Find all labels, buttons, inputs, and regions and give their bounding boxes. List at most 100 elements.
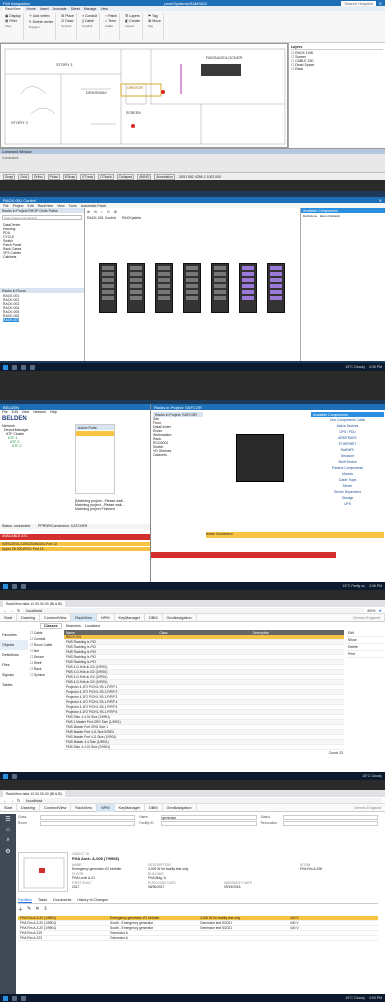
search-box[interactable]: Search Hospital	[341, 0, 376, 6]
layers-panel[interactable]: Layers ☐ RACK 10W ☐ Screen ☐ CABLE 250 ☐ Dea…	[288, 43, 385, 148]
components-tab-default[interactable]: Ekms (Default)	[320, 214, 340, 218]
nav-item-drawing[interactable]: Drawing	[17, 613, 40, 622]
status-toggle[interactable]: ETrack	[80, 173, 96, 180]
subtab[interactable]: Searches	[66, 624, 81, 628]
ribbon-tab[interactable]: RackView	[3, 6, 23, 11]
floor-thumbnail[interactable]	[18, 852, 68, 892]
address-input[interactable]: localhost	[23, 607, 365, 613]
taskbar-app-icon[interactable]	[21, 995, 26, 1001]
nav-item-connectview[interactable]: ConnectView	[40, 613, 72, 622]
start-icon[interactable]	[3, 773, 8, 779]
ribbon-tab[interactable]: Manage	[84, 7, 97, 11]
status-toggle[interactable]: Grid	[18, 173, 29, 180]
ribbon-group-place[interactable]: ⊞ Place ⊡ Draw Symbol	[59, 13, 77, 40]
menu-item[interactable]: Edit	[12, 410, 18, 414]
taskbar-app-icon[interactable]	[12, 995, 17, 1001]
nav-item-npm[interactable]: NPM	[97, 613, 115, 622]
sidebar-item[interactable]: Tables	[0, 680, 28, 690]
back-icon[interactable]: ←	[3, 608, 7, 613]
menu-item[interactable]: File	[3, 204, 9, 208]
menu-item[interactable]: File	[2, 410, 8, 414]
ribbon-tab[interactable]: Sheet	[71, 7, 80, 11]
star-icon[interactable]: ★	[378, 608, 382, 613]
sidebar-item[interactable]: Files	[0, 660, 28, 670]
menu-icon[interactable]: ☰	[0, 816, 16, 823]
filter-item[interactable]: ☐ Symbol	[30, 672, 60, 678]
rack-unit[interactable]	[211, 263, 229, 313]
search-icon[interactable]: ⌕	[101, 210, 103, 214]
address-input[interactable]: localhost	[23, 797, 382, 803]
taskbar-app-icon[interactable]	[12, 583, 17, 589]
ribbon-group-tags[interactable]: ⚑ Tag ⌘ Move Tag	[146, 13, 164, 40]
rack-list-item[interactable]: RACK-007	[3, 318, 20, 322]
ribbon-group-layers[interactable]: ☰ Layers ◧ Create Layers	[123, 13, 143, 40]
taskbar-app-icon[interactable]	[12, 364, 17, 370]
command-line[interactable]: Command:	[0, 154, 385, 162]
rack-unit[interactable]	[99, 263, 117, 313]
browser-tab[interactable]: RackView data 12.00.00.00 (BULID)	[3, 791, 66, 797]
status-toggle[interactable]: Polar	[47, 173, 60, 180]
ribbon-tab[interactable]: Insert	[40, 7, 49, 11]
action-menu-item[interactable]: Edit	[346, 630, 384, 637]
status-toggle[interactable]: Ortho	[31, 173, 45, 180]
settings-icon[interactable]: ⚙	[0, 848, 16, 855]
layer-item[interactable]: ☐ Rack	[291, 67, 383, 71]
ribbon-tab[interactable]: View	[100, 7, 108, 11]
sidebar-item[interactable]: Definitions	[0, 650, 28, 660]
status-toggle[interactable]: OTrack	[98, 173, 114, 180]
subtab[interactable]: Classes	[40, 622, 62, 629]
forward-icon[interactable]: →	[10, 608, 14, 613]
canvas-tab-control[interactable]: RACK-001 Control	[87, 216, 116, 220]
nav-item-start[interactable]: Start	[0, 803, 18, 812]
start-icon[interactable]	[3, 995, 8, 1001]
action-menu-item[interactable]: Show	[346, 637, 384, 644]
close-icon[interactable]: ✕	[379, 1, 382, 6]
detail-tab[interactable]: History of Changes	[77, 898, 108, 903]
nav-item-dbm[interactable]: DBM	[145, 613, 163, 622]
active-ports-list[interactable]: Active Ports	[75, 424, 115, 494]
export-icon[interactable]: ⇩	[43, 906, 47, 913]
taskbar-app-icon[interactable]	[12, 773, 17, 779]
reload-icon[interactable]: ↻	[17, 608, 20, 613]
zoom-out-icon[interactable]: ⊖	[94, 210, 97, 214]
status-toggle[interactable]: Collapse	[116, 173, 135, 180]
user-name[interactable]: Dennis England	[349, 613, 385, 622]
home-icon[interactable]: ⌂	[0, 827, 16, 833]
refresh-icon[interactable]: ↻	[107, 210, 110, 214]
start-icon[interactable]	[3, 583, 8, 589]
rack-unit[interactable]	[239, 263, 257, 313]
form-input[interactable]	[40, 815, 136, 820]
reload-icon[interactable]: ↻	[17, 798, 20, 803]
menu-item[interactable]: RackView	[38, 204, 54, 208]
user-name[interactable]: Dennis England	[350, 806, 385, 810]
rack-canvas[interactable]: ⊕ ⊖ ⌕ ↻ ⚙ RACK-001 Control RACKpaints	[85, 208, 300, 361]
taskbar-app-icon[interactable]	[21, 583, 26, 589]
menu-item[interactable]: Tools	[69, 204, 77, 208]
subtab[interactable]: Locations	[85, 624, 100, 628]
rack-unit[interactable]	[267, 263, 285, 313]
column-header[interactable]: Name	[64, 631, 157, 635]
nav-item-keymanager[interactable]: KeyManager	[115, 613, 146, 622]
nav-item-npm[interactable]: NPM	[97, 803, 115, 812]
action-menu-item[interactable]: Delete	[346, 644, 384, 651]
form-input[interactable]	[282, 815, 378, 820]
nav-item-geonavigation[interactable]: GeoNavigation	[163, 803, 197, 812]
tree-item[interactable]: Cabinets	[3, 255, 81, 259]
nav-item-dbm[interactable]: DBM	[145, 803, 163, 812]
menu-item[interactable]: Network	[33, 410, 46, 414]
column-header[interactable]: Description	[251, 631, 344, 635]
delete-icon[interactable]: ✕	[35, 906, 39, 913]
sidebar-item[interactable]: Favorites	[0, 630, 28, 640]
column-header[interactable]: Class	[157, 631, 250, 635]
menu-item[interactable]: Edit	[28, 204, 34, 208]
highlight-row[interactable]: Active Connection	[206, 532, 384, 538]
nav-item-drawing[interactable]: Drawing	[17, 803, 40, 812]
search-icon[interactable]: ⌕	[0, 837, 16, 844]
back-icon[interactable]: ←	[3, 798, 7, 803]
rack-tree-item[interactable]: Cabinets	[153, 453, 203, 457]
form-input[interactable]: generator	[161, 815, 257, 820]
settings-icon[interactable]: ⚙	[114, 210, 117, 214]
edit-icon[interactable]: ✎	[27, 906, 31, 913]
sidebar-item[interactable]: Signals	[0, 670, 28, 680]
sidebar-item[interactable]: Objects	[0, 640, 28, 650]
